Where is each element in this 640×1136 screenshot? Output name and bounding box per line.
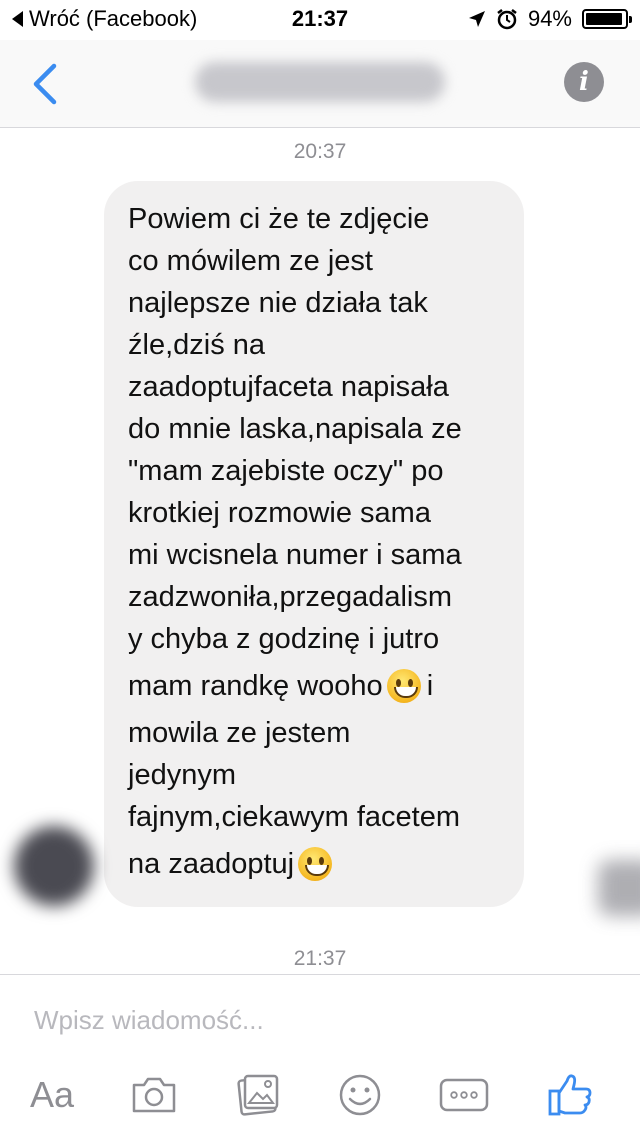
camera-button[interactable] bbox=[124, 1065, 184, 1125]
message-line: najlepsze nie działa tak bbox=[128, 287, 428, 319]
back-button[interactable] bbox=[26, 62, 66, 106]
message-line: co mówilem ze jest bbox=[128, 245, 373, 277]
message-line: mi wcisnela numer i sama bbox=[128, 539, 462, 571]
more-options-button[interactable] bbox=[434, 1065, 494, 1125]
message-line: fajnym,ciekawym facetem bbox=[128, 801, 460, 833]
location-arrow-icon bbox=[468, 11, 485, 27]
composer: Wpisz wiadomość... Aa bbox=[0, 974, 640, 1136]
nav-bar: i bbox=[0, 40, 640, 128]
smiling-emoji-icon bbox=[298, 847, 333, 881]
message-line: mam randkę wooho i bbox=[128, 660, 504, 712]
status-bar: Wróć (Facebook) 21:37 94% bbox=[0, 0, 640, 40]
text-format-icon: Aa bbox=[29, 1074, 75, 1115]
message-line: do mnie laska,napisala ze bbox=[128, 413, 462, 445]
info-button[interactable]: i bbox=[564, 62, 604, 102]
more-icon bbox=[439, 1078, 489, 1112]
message-line: "mam zajebiste oczy" po bbox=[128, 455, 444, 487]
composer-toolbar: Aa bbox=[0, 1065, 640, 1125]
message-timestamp: 21:37 bbox=[293, 947, 347, 970]
message-line: y chyba z godzinę i jutro bbox=[128, 623, 440, 655]
message-line: Powiem ci że te zdjęcie bbox=[128, 203, 430, 235]
read-receipt-avatar bbox=[598, 860, 640, 916]
message-line: na zaadoptuj bbox=[128, 838, 504, 890]
alarm-icon bbox=[497, 9, 517, 30]
camera-icon bbox=[132, 1077, 176, 1113]
thumbs-up-icon bbox=[548, 1074, 592, 1116]
chevron-left-icon bbox=[33, 63, 57, 105]
message-line: jedynym bbox=[128, 759, 236, 791]
info-icon: i bbox=[579, 67, 589, 97]
emoji-button[interactable] bbox=[330, 1065, 390, 1125]
message-line-text: i bbox=[426, 670, 434, 702]
gallery-icon bbox=[237, 1074, 279, 1116]
contact-name-blurred[interactable] bbox=[195, 62, 445, 102]
sender-avatar[interactable] bbox=[14, 826, 94, 906]
message-line: mowila ze jestem bbox=[128, 717, 351, 749]
text-format-button[interactable]: Aa bbox=[22, 1065, 82, 1125]
message-input[interactable]: Wpisz wiadomość... bbox=[34, 1005, 264, 1036]
message-line: krotkiej rozmowie sama bbox=[128, 497, 431, 529]
message-line-text: mam randkę wooho bbox=[128, 670, 383, 702]
message-line-text: na zaadoptuj bbox=[128, 848, 295, 880]
battery-icon bbox=[582, 9, 632, 29]
grinning-emoji-icon bbox=[386, 669, 421, 703]
status-right: 94% bbox=[468, 6, 632, 32]
like-button[interactable] bbox=[540, 1065, 600, 1125]
battery-fill bbox=[586, 13, 622, 25]
gallery-button[interactable] bbox=[228, 1065, 288, 1125]
message-line: zadzwoniła,przegadalism bbox=[128, 581, 452, 613]
message-line: źle,dziś na bbox=[128, 329, 266, 361]
message-bubble[interactable]: Powiem ci że te zdjęcie co mówilem ze je… bbox=[104, 181, 524, 907]
message-timestamp: 20:37 bbox=[293, 140, 347, 163]
battery-percentage: 94% bbox=[527, 6, 572, 31]
smiley-icon bbox=[339, 1074, 381, 1116]
message-line: zaadoptujfaceta napisała bbox=[128, 371, 449, 403]
